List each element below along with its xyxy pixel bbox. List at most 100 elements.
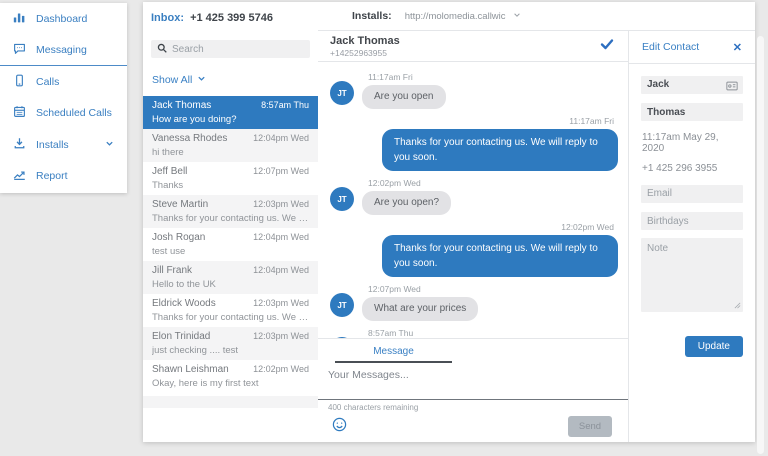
message-timestamp: 12:07pm Wed	[368, 284, 478, 294]
conversation-name: Elon Trinidad	[152, 331, 210, 342]
avatar: JT	[330, 293, 354, 317]
sidebar-item-label: Scheduled Calls	[36, 107, 112, 119]
conversation-list-item[interactable]: Steve Martin 12:03pm Wed Thanks for your…	[143, 195, 318, 228]
edit-top-strip	[628, 2, 755, 31]
resize-grip-icon[interactable]	[734, 296, 741, 314]
conversation-time: 12:03pm Wed	[253, 331, 309, 341]
conversation-name: Eldrick Woods	[152, 298, 216, 309]
conversation-list-item[interactable]: Jill Frank 12:04pm Wed Hello to the UK	[143, 261, 318, 294]
conversation-preview: Okay, here is my first text	[152, 378, 309, 389]
conversation-list-item[interactable]: Josh Rogan 12:04pm Wed test use	[143, 228, 318, 261]
conversation-preview: Thanks	[152, 180, 309, 191]
edit-contact-header: Edit Contact ✕	[629, 31, 755, 64]
line-chart-icon	[13, 168, 26, 184]
page-scrollbar[interactable]	[757, 36, 764, 454]
conversation-search[interactable]	[151, 40, 310, 58]
emoji-icon[interactable]	[332, 417, 347, 437]
edit-contact-column: Edit Contact ✕ 11:17am May 29, 2020 +1 4…	[628, 2, 755, 442]
installs-bar: Installs: http://molomedia.callwic	[318, 2, 628, 31]
outgoing-message: 11:17am Fri Thanks for your contacting u…	[330, 114, 618, 171]
list-end-strip	[143, 396, 318, 408]
conversation-time: 12:03pm Wed	[253, 298, 309, 308]
edit-contact-title: Edit Contact	[642, 41, 699, 53]
conversation-name: Jack Thomas	[152, 100, 211, 111]
messages: JT 11:17am Fri Are you open 11:17am Fri …	[318, 62, 628, 339]
avatar: JT	[330, 187, 354, 211]
birthday-field-wrap	[641, 211, 743, 231]
installs-value: http://molomedia.callwic	[405, 11, 506, 22]
filter-dropdown[interactable]: Show All	[152, 72, 318, 88]
conversation-name: Josh Rogan	[152, 232, 205, 243]
chat-contact-name: Jack Thomas	[330, 35, 400, 47]
sidebar-item-scheduled-calls[interactable]: Scheduled Calls	[0, 98, 127, 130]
message-bubble: Thanks for your contacting us. We will r…	[382, 235, 618, 277]
inbox-label: Inbox:	[151, 12, 184, 24]
installs-dropdown[interactable]: http://molomedia.callwic	[405, 11, 521, 22]
calendar-icon	[13, 105, 26, 121]
conversation-list-item[interactable]: Shawn Leishman 12:02pm Wed Okay, here is…	[143, 360, 318, 393]
last-message-time: 11:17am May 29, 2020	[642, 132, 743, 154]
close-icon[interactable]: ✕	[733, 41, 742, 54]
message-timestamp: 12:02pm Wed	[368, 178, 451, 188]
conversation-list-item[interactable]: Jeff Bell 12:07pm Wed Thanks	[143, 162, 318, 195]
incoming-message: JT 12:07pm Wed What are your prices	[330, 282, 618, 321]
update-button[interactable]: Update	[685, 336, 743, 357]
conversation-time: 12:07pm Wed	[253, 166, 309, 176]
incoming-message: JT 8:57am Thu How are you doing?	[330, 326, 618, 339]
conversation-name: Shawn Leishman	[152, 364, 229, 375]
sidebar-item-report[interactable]: Report	[0, 161, 127, 193]
sidebar-item-label: Calls	[36, 76, 59, 88]
incoming-message: JT 11:17am Fri Are you open	[330, 70, 618, 109]
birthday-field[interactable]	[641, 212, 743, 230]
conversation-time: 12:02pm Wed	[253, 364, 309, 374]
search-input[interactable]	[172, 44, 304, 55]
search-icon	[157, 40, 167, 58]
message-timestamp: 8:57am Thu	[368, 328, 475, 338]
composer: Message 400 characters remaining Send	[318, 339, 628, 442]
sidebar-item-calls[interactable]: Calls	[0, 66, 127, 98]
conversation-list-item[interactable]: Eldrick Woods 12:03pm Wed Thanks for you…	[143, 294, 318, 327]
sidebar-item-installs[interactable]: Installs	[0, 129, 127, 161]
download-icon	[13, 137, 26, 153]
conversation-list: Jack Thomas 8:57am Thu How are you doing…	[143, 96, 318, 393]
conversation-time: 8:57am Thu	[261, 100, 309, 110]
last-name-field-wrap	[641, 102, 743, 122]
conversation-preview: test use	[152, 246, 309, 257]
incoming-message: JT 12:02pm Wed Are you open?	[330, 176, 618, 215]
chat-column: Installs: http://molomedia.callwic Jack …	[318, 2, 628, 442]
chevron-down-icon	[105, 139, 114, 151]
chevron-down-icon	[197, 74, 206, 86]
chevron-down-icon	[513, 11, 521, 22]
conversation-list-item[interactable]: Jack Thomas 8:57am Thu How are you doing…	[143, 96, 318, 129]
contact-card-icon[interactable]	[726, 78, 738, 96]
conversation-list-item[interactable]: Elon Trinidad 12:03pm Wed just checking …	[143, 327, 318, 360]
sidebar-item-label: Report	[36, 170, 68, 182]
message-bubble: What are your prices	[362, 297, 478, 321]
inbox-header: Inbox: +1 425 399 5746	[143, 2, 318, 32]
conversation-name: Vanessa Rhodes	[152, 133, 227, 144]
last-name-field[interactable]	[641, 103, 743, 121]
conversation-preview: hi there	[152, 147, 309, 158]
filter-label: Show All	[152, 74, 192, 86]
conversation-name: Jill Frank	[152, 265, 192, 276]
message-input[interactable]	[318, 363, 628, 399]
conversation-name: Steve Martin	[152, 199, 208, 210]
sidebar-item-dashboard[interactable]: Dashboard	[0, 3, 127, 35]
message-timestamp: 11:17am Fri	[569, 116, 614, 126]
email-field-wrap	[641, 183, 743, 203]
sidebar-item-messaging[interactable]: Messaging	[0, 35, 127, 67]
send-button[interactable]: Send	[568, 416, 612, 437]
message-bubble: Are you open	[362, 85, 446, 109]
outgoing-message: 12:02pm Wed Thanks for your contacting u…	[330, 220, 618, 277]
avatar: JT	[330, 81, 354, 105]
note-field[interactable]	[641, 238, 743, 312]
mark-resolved-check-icon[interactable]	[600, 37, 614, 55]
conversation-preview: Thanks for your contacting us. We will .…	[152, 213, 309, 224]
conversation-list-item[interactable]: Vanessa Rhodes 12:04pm Wed hi there	[143, 129, 318, 162]
note-field-wrap	[641, 238, 743, 317]
conversation-time: 12:03pm Wed	[253, 199, 309, 209]
email-field[interactable]	[641, 185, 743, 203]
main-panel: Inbox: +1 425 399 5746 Show All Jack Tho…	[143, 2, 755, 442]
sidebar: Dashboard Messaging Calls Scheduled Call…	[0, 3, 127, 193]
tab-message[interactable]: Message	[335, 346, 452, 363]
